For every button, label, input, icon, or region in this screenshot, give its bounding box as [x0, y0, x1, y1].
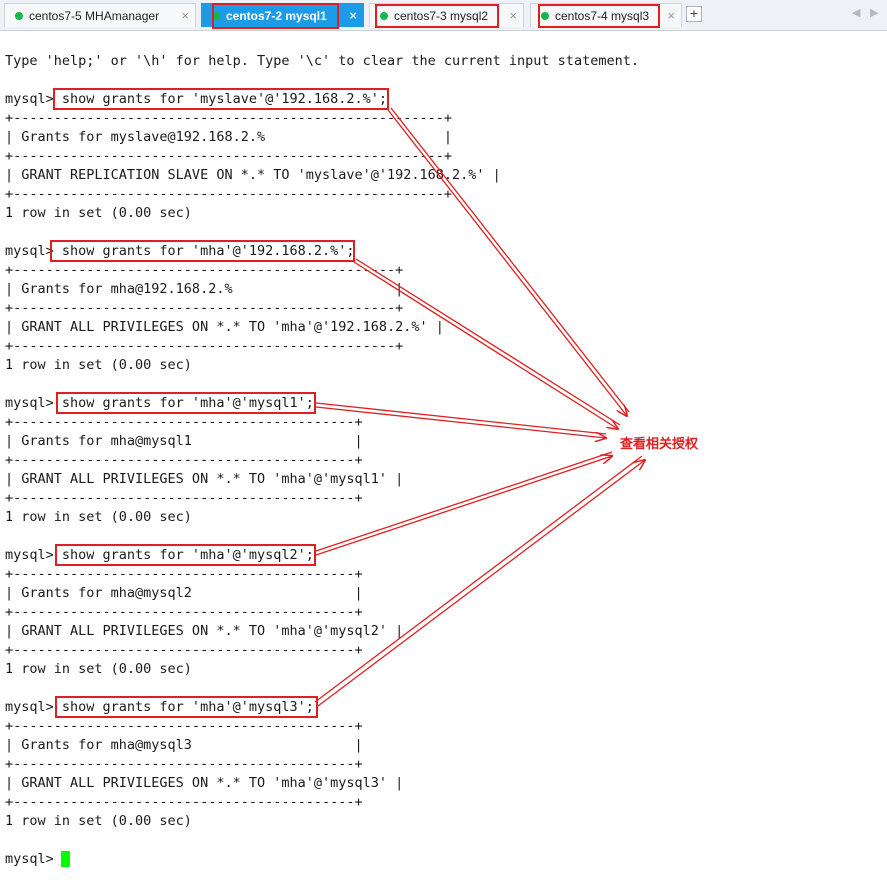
- arrow-line: [315, 456, 612, 556]
- annotation-label: 查看相关授权: [620, 437, 699, 452]
- arrow-line: [353, 261, 618, 429]
- arrow-line: [314, 455, 643, 703]
- arrow-line: [355, 258, 621, 426]
- arrow-line: [315, 402, 607, 435]
- arrow-line: [317, 460, 645, 707]
- annotation-arrows: [314, 107, 887, 707]
- arrow-line: [390, 107, 630, 413]
- arrow-line: [315, 451, 613, 552]
- arrow-line: [315, 406, 606, 438]
- arrow-line: [387, 109, 627, 416]
